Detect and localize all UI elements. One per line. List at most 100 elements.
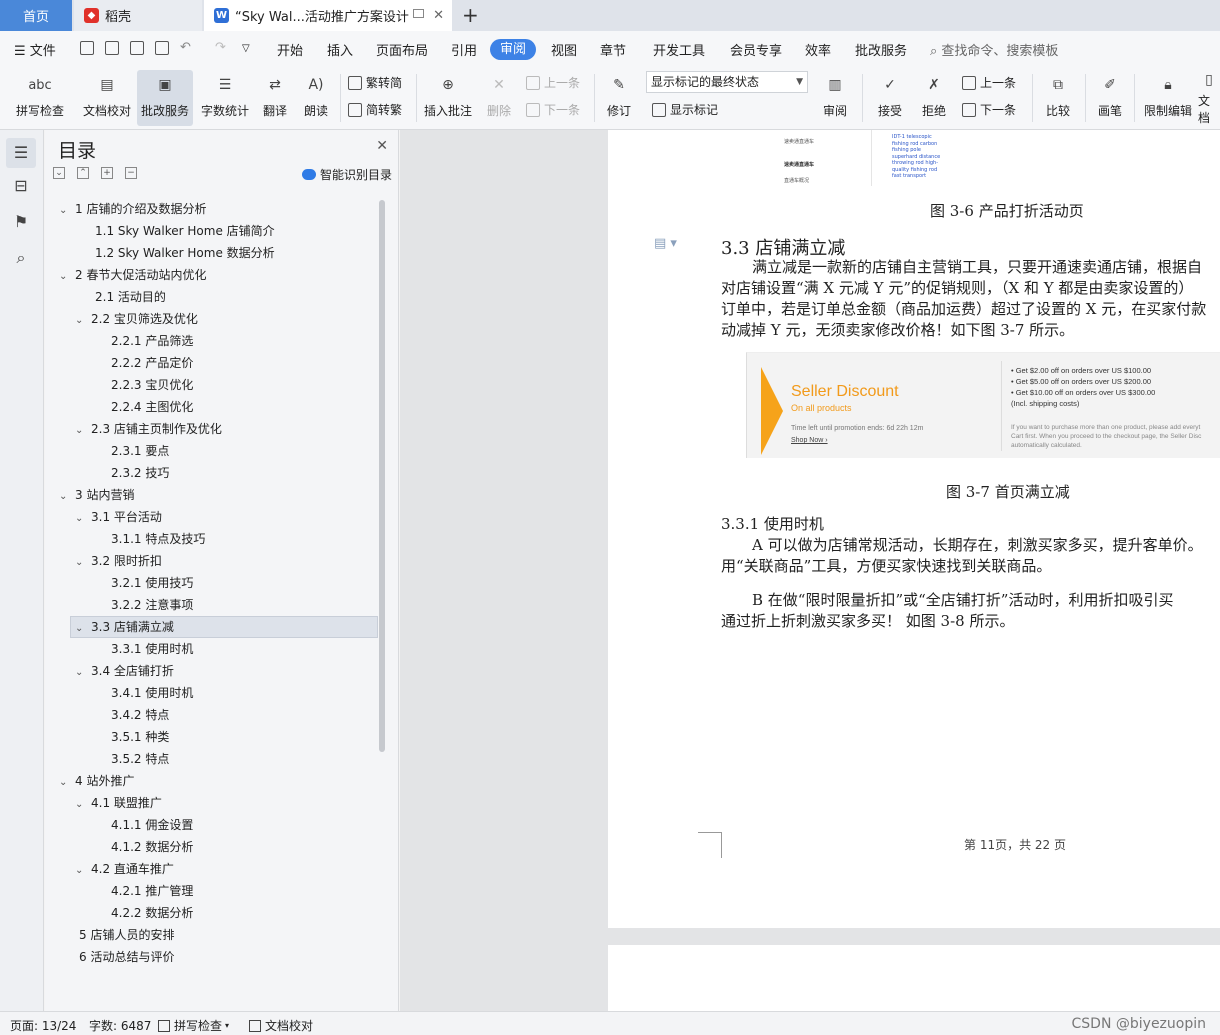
toc-item[interactable]: 2.3.1 要点 — [91, 440, 169, 462]
compare-button[interactable]: ⧉ 比较 — [1038, 70, 1078, 126]
toc-item[interactable]: ⌄ 1 店铺的介绍及数据分析 — [59, 198, 206, 220]
status-doccheck[interactable]: 文档校对 — [249, 1017, 313, 1034]
search-icon[interactable]: ⌕ — [11, 248, 31, 268]
toc-item[interactable]: 5 店铺人员的安排 — [59, 924, 174, 946]
toc-item[interactable]: 4.2.1 推广管理 — [91, 880, 193, 902]
prev-comment-button[interactable]: 上一条 — [526, 74, 580, 91]
toc-item[interactable]: 2.1 活动目的 — [75, 286, 166, 308]
toc-item[interactable]: ⌄ 4.1 联盟推广 — [75, 792, 162, 814]
correction-service-button[interactable]: ▣ 批改服务 — [137, 70, 193, 126]
expand-up-icon[interactable]: ⌃ — [77, 167, 89, 179]
menu-efficiency[interactable]: 效率 — [805, 40, 831, 59]
spellcheck-button[interactable]: abc 拼写检查 — [10, 70, 70, 126]
chevron-down-icon[interactable]: ⌄ — [59, 486, 71, 508]
toc-item[interactable]: 2.2.3 宝贝优化 — [91, 374, 193, 396]
track-changes-button[interactable]: ✎ 修订 — [599, 70, 639, 126]
file-menu[interactable]: ☰ 文件 — [14, 40, 56, 59]
accept-button[interactable]: ✓ 接受 — [870, 70, 910, 126]
toc-item[interactable]: 3.2.1 使用技巧 — [91, 572, 193, 594]
toc-scrollbar[interactable] — [379, 200, 385, 752]
toc-item[interactable]: 3.5.1 种类 — [91, 726, 169, 748]
smart-toc-button[interactable]: 智能识别目录 — [301, 166, 392, 183]
toc-item[interactable]: 3.2.2 注意事项 — [91, 594, 193, 616]
chevron-down-icon[interactable]: ⌄ — [75, 618, 87, 640]
chevron-down-icon[interactable]: ⌄ — [59, 200, 71, 222]
add-heading-icon[interactable]: + — [101, 167, 113, 179]
toc-item[interactable]: 6 活动总结与评价 — [59, 946, 174, 968]
toc-item[interactable]: 2.3.2 技巧 — [91, 462, 169, 484]
bookmark-icon[interactable]: ⚑ — [11, 212, 31, 232]
chevron-down-icon[interactable]: ⌄ — [75, 508, 87, 530]
toc-item[interactable]: ⌄ 3 站内营销 — [59, 484, 134, 506]
toc-item[interactable]: 2.2.2 产品定价 — [91, 352, 193, 374]
menu-chapter[interactable]: 章节 — [600, 40, 626, 59]
delete-comment-button[interactable]: ✕ 删除 — [480, 70, 518, 126]
word-count[interactable]: 字数: 6487 — [89, 1017, 151, 1034]
quick-access-dropdown-icon[interactable]: ▽ — [242, 43, 250, 54]
toc-item[interactable]: 3.4.1 使用时机 — [91, 682, 193, 704]
undo-icon[interactable]: ↶ — [180, 40, 191, 55]
menu-member[interactable]: 会员专享 — [730, 40, 782, 59]
toc-item[interactable]: 2.2.4 主图优化 — [91, 396, 193, 418]
save-icon[interactable] — [80, 41, 94, 55]
toc-item[interactable]: ⌄ 3.4 全店铺打折 — [75, 660, 174, 682]
menu-developer[interactable]: 开发工具 — [653, 40, 705, 59]
chevron-down-icon[interactable]: ⌄ — [75, 860, 87, 882]
toc-item[interactable]: 3.4.2 特点 — [91, 704, 169, 726]
toc-item[interactable]: 4.2.2 数据分析 — [91, 902, 193, 924]
reject-button[interactable]: ✗ 拒绝 — [914, 70, 954, 126]
next-comment-button[interactable]: 下一条 — [526, 101, 580, 118]
chevron-down-icon[interactable]: ⌄ — [75, 310, 87, 332]
toc-item[interactable]: 3.5.2 特点 — [91, 748, 169, 770]
print-preview-icon[interactable] — [155, 41, 169, 55]
toc-item[interactable]: ⌄ 4 站外推广 — [59, 770, 134, 792]
toc-item[interactable]: 4.1.2 数据分析 — [91, 836, 193, 858]
wordcount-button[interactable]: ☰ 字数统计 — [197, 70, 253, 126]
toc-item[interactable]: ⌄ 2 春节大促活动站内优化 — [59, 264, 206, 286]
next-change-button[interactable]: 下一条 — [962, 101, 1016, 118]
toc-item[interactable]: ⌄ 2.2 宝贝筛选及优化 — [75, 308, 198, 330]
chevron-down-icon[interactable]: ⌄ — [75, 420, 87, 442]
toc-item[interactable]: 4.1.1 佣金设置 — [91, 814, 193, 836]
menu-references[interactable]: 引用 — [451, 40, 477, 59]
paragraph-marker-icon[interactable]: ▤ ▾ — [654, 236, 677, 251]
menu-page-layout[interactable]: 页面布局 — [376, 40, 428, 59]
chevron-down-icon[interactable]: ⌄ — [59, 772, 71, 794]
toc-item[interactable]: 3.3.1 使用时机 — [91, 638, 193, 660]
menu-insert[interactable]: 插入 — [327, 40, 353, 59]
chevron-down-icon[interactable]: ⌄ — [75, 662, 87, 684]
close-icon[interactable]: ✕ — [376, 138, 388, 154]
prev-change-button[interactable]: 上一条 — [962, 74, 1016, 91]
pen-button[interactable]: ✐ 画笔 — [1092, 70, 1128, 126]
translate-button[interactable]: ⇄ 翻译 — [256, 70, 294, 126]
menu-correction[interactable]: 批改服务 — [855, 40, 907, 59]
close-tab-icon[interactable]: ✕ — [433, 8, 444, 23]
status-spellcheck[interactable]: 拼写检查 ▾ — [158, 1017, 229, 1034]
new-tab-button[interactable]: + — [462, 3, 479, 27]
toc-item[interactable]: ⌄ 3.2 限时折扣 — [75, 550, 162, 572]
tab-home[interactable]: 首页 — [0, 0, 72, 31]
chevron-down-icon[interactable]: ⌄ — [59, 266, 71, 288]
menu-start[interactable]: 开始 — [277, 40, 303, 59]
toc-item[interactable]: 1.2 Sky Walker Home 数据分析 — [75, 242, 275, 264]
simp-to-trad-button[interactable]: 简转繁 — [348, 101, 402, 118]
chevron-down-icon[interactable]: ⌄ — [75, 794, 87, 816]
collapse-all-icon[interactable]: ⌄ — [53, 167, 65, 179]
toc-item[interactable]: 3.1.1 特点及技巧 — [91, 528, 205, 550]
insert-comment-button[interactable]: ⊕ 插入批注 — [422, 70, 474, 126]
toc-item[interactable]: ⌄ 4.2 直通车推广 — [75, 858, 174, 880]
export-icon[interactable] — [105, 41, 119, 55]
toc-item[interactable]: ⌄ 3.3 店铺满立减 — [75, 616, 174, 638]
read-aloud-button[interactable]: A) 朗读 — [298, 70, 334, 126]
review-pane-button[interactable]: ▥ 审阅 — [815, 70, 855, 126]
document-canvas[interactable]: 速卖通直通车 速卖通直通车 直通车概况 IDT-1 telescopic fis… — [400, 130, 1220, 1011]
menu-review[interactable]: 审阅 — [490, 39, 536, 60]
restrict-editing-button[interactable]: 🔒︎ 限制编辑 — [1140, 70, 1196, 126]
menu-view[interactable]: 视图 — [551, 40, 577, 59]
toc-item[interactable]: ⌄ 2.3 店铺主页制作及优化 — [75, 418, 222, 440]
tab-docer[interactable]: ◆ 稻壳 — [74, 0, 202, 31]
show-markup-button[interactable]: 显示标记 — [652, 101, 718, 118]
print-icon[interactable] — [130, 41, 144, 55]
markup-state-select[interactable]: 显示标记的最终状态 ▼ — [646, 71, 808, 93]
document-permission-button[interactable]: ▯ 文档 — [1198, 70, 1220, 126]
